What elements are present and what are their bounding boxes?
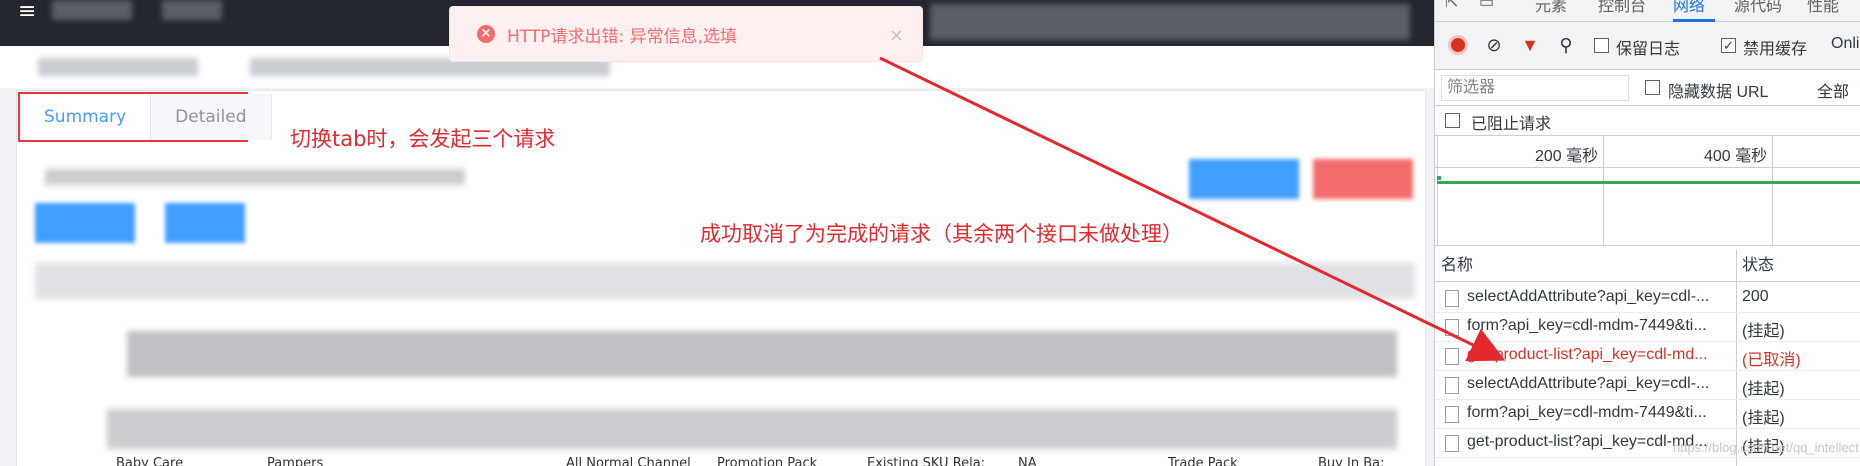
file-icon <box>1445 377 1459 394</box>
record-icon[interactable] <box>1448 35 1468 55</box>
blocked-requests-label: 已阻止请求 <box>1471 116 1552 133</box>
table-row[interactable]: selectAddAttribute?api_key=cdl-... 200 <box>1435 284 1860 313</box>
annotation-tab-switch: 切换tab时，会发起三个请求 <box>290 127 556 151</box>
content-card <box>16 90 1426 466</box>
timeline-tick-400: 400 毫秒 <box>1704 148 1768 165</box>
table-row-1-blurred <box>127 331 1397 377</box>
disable-cache-label: 禁用缓存 <box>1743 41 1808 58</box>
reset-button-blurred[interactable] <box>1313 159 1413 199</box>
close-icon[interactable]: × <box>889 25 904 46</box>
request-name: get-product-list?api_key=cdl-md... <box>1467 346 1708 363</box>
blocked-requests-row: 已阻止请求 <box>1435 106 1860 136</box>
table-header-border <box>1435 250 1860 282</box>
tab-sources[interactable]: 源代码 <box>1734 0 1782 16</box>
app-window: ≡ Summary Detailed 切换tab时，会发起三个请求 成功取消了为… <box>0 0 1434 466</box>
tab-performance[interactable]: 性能 <box>1807 0 1839 16</box>
table-row[interactable]: selectAddAttribute?api_key=cdl-... (挂起) <box>1435 371 1860 400</box>
menu-icon[interactable]: ≡ <box>18 1 38 23</box>
request-status: (挂起) <box>1742 323 1785 340</box>
preserve-log-checkbox[interactable] <box>1594 38 1609 53</box>
file-icon <box>1445 290 1459 307</box>
footer-label: Promotion Pack <box>717 456 818 466</box>
footer-label: Pampers <box>267 456 324 466</box>
tab-summary[interactable]: Summary <box>20 94 152 140</box>
footer-label: Existing SKU Rela: <box>867 456 986 466</box>
timeline-grid <box>1772 136 1773 246</box>
footer-label: All Normal Channel <box>566 456 691 466</box>
blurred-chip-2[interactable] <box>165 203 245 243</box>
request-status: (已取消) <box>1742 352 1801 369</box>
timeline-grid <box>1603 136 1604 246</box>
table-row-cancelled[interactable]: get-product-list?api_key=cdl-md... (已取消) <box>1435 342 1860 371</box>
request-status: 200 <box>1742 288 1769 305</box>
error-circle-icon: × <box>477 25 495 43</box>
tab-detailed[interactable]: Detailed <box>151 94 272 140</box>
file-icon <box>1445 435 1459 452</box>
table-row[interactable]: form?api_key=cdl-mdm-7449&ti... (挂起) <box>1435 313 1860 342</box>
filter-bar: 筛选器 隐藏数据 URL 全部 <box>1435 70 1860 106</box>
requests-table: 名称 状态 selectAddAttribute?api_key=cdl-...… <box>1435 250 1860 466</box>
network-toolbar: ⊘ ▼ ⚲ 保留日志 ✓ 禁用缓存 Onli <box>1435 22 1860 70</box>
tab-console[interactable]: 控制台 <box>1598 0 1646 16</box>
preserve-log-label: 保留日志 <box>1616 41 1681 58</box>
search-icon[interactable]: ⚲ <box>1555 34 1577 56</box>
toast-message: HTTP请求出错: 异常信息,选填 <box>507 26 738 47</box>
filter-input[interactable]: 筛选器 <box>1441 75 1629 101</box>
app-logo-blurred <box>52 0 132 20</box>
devtools-tabbar: ⇱ ▭ 元素 控制台 网络 源代码 性能 <box>1435 0 1860 22</box>
request-name: form?api_key=cdl-mdm-7449&ti... <box>1467 317 1707 334</box>
hide-data-url-label: 隐藏数据 URL <box>1668 84 1769 101</box>
app-title-blurred <box>162 0 222 20</box>
footer-label: NA <box>1018 456 1037 466</box>
table-row[interactable]: form?api_key=cdl-mdm-7449&ti... (挂起) <box>1435 400 1860 429</box>
timeline-grid <box>1437 136 1438 246</box>
devtools-device-icon[interactable]: ▭ <box>1479 0 1494 12</box>
blocked-requests-checkbox[interactable] <box>1445 113 1460 128</box>
request-name: selectAddAttribute?api_key=cdl-... <box>1467 375 1710 392</box>
footer-label: Trade Pack <box>1168 456 1238 466</box>
watermark: https://blog.csdn.net/qq_intellect <box>1673 440 1859 455</box>
footer-label: Buy In Ba: <box>1318 456 1385 466</box>
search-button-blurred[interactable] <box>1189 159 1299 199</box>
hide-data-url-checkbox[interactable] <box>1645 80 1660 95</box>
timeline-bar <box>1437 181 1860 184</box>
annotation-cancelled: 成功取消了为完成的请求（其余两个接口未做处理） <box>700 222 1183 246</box>
file-icon <box>1445 348 1459 365</box>
file-icon <box>1445 319 1459 336</box>
request-status: (挂起) <box>1742 410 1785 427</box>
breadcrumb-blurred <box>38 58 198 76</box>
request-name: form?api_key=cdl-mdm-7449&ti... <box>1467 404 1707 421</box>
clear-icon[interactable]: ⊘ <box>1483 34 1505 56</box>
table-header-blurred <box>35 263 1415 299</box>
footer-label: Baby Care <box>116 456 184 466</box>
tab-elements[interactable]: 元素 <box>1535 0 1567 16</box>
request-status: (挂起) <box>1742 381 1785 398</box>
topbar-right-blurred <box>930 4 1410 40</box>
tab-network[interactable]: 网络 <box>1673 0 1705 16</box>
table-row-2-blurred <box>107 409 1397 449</box>
tabs-highlight-box: Summary Detailed <box>18 92 272 142</box>
error-toast: × HTTP请求出错: 异常信息,选填 × <box>449 6 923 62</box>
timeline-tick-200: 200 毫秒 <box>1535 148 1599 165</box>
throttle-select[interactable]: Onli <box>1831 35 1859 53</box>
timeline-header <box>1435 136 1860 168</box>
devtools-dock-icon[interactable]: ⇱ <box>1445 0 1458 12</box>
devtools-panel: ⇱ ▭ 元素 控制台 网络 源代码 性能 ⊘ ▼ ⚲ 保留日志 ✓ 禁用缓存 O… <box>1434 0 1860 466</box>
timeline-marker <box>1437 176 1441 180</box>
request-name: selectAddAttribute?api_key=cdl-... <box>1467 288 1710 305</box>
filter-icon[interactable]: ▼ <box>1519 34 1541 56</box>
disable-cache-checkbox[interactable]: ✓ <box>1721 38 1736 53</box>
blurred-chip-1[interactable] <box>35 203 135 243</box>
filter-all[interactable]: 全部 <box>1817 78 1849 102</box>
filter-row-blurred <box>45 169 465 185</box>
table-footer-labels: Baby Care Pampers All Normal Channel Pro… <box>0 456 1434 466</box>
network-timeline[interactable]: 200 毫秒 400 毫秒 <box>1435 136 1860 246</box>
file-icon <box>1445 406 1459 423</box>
